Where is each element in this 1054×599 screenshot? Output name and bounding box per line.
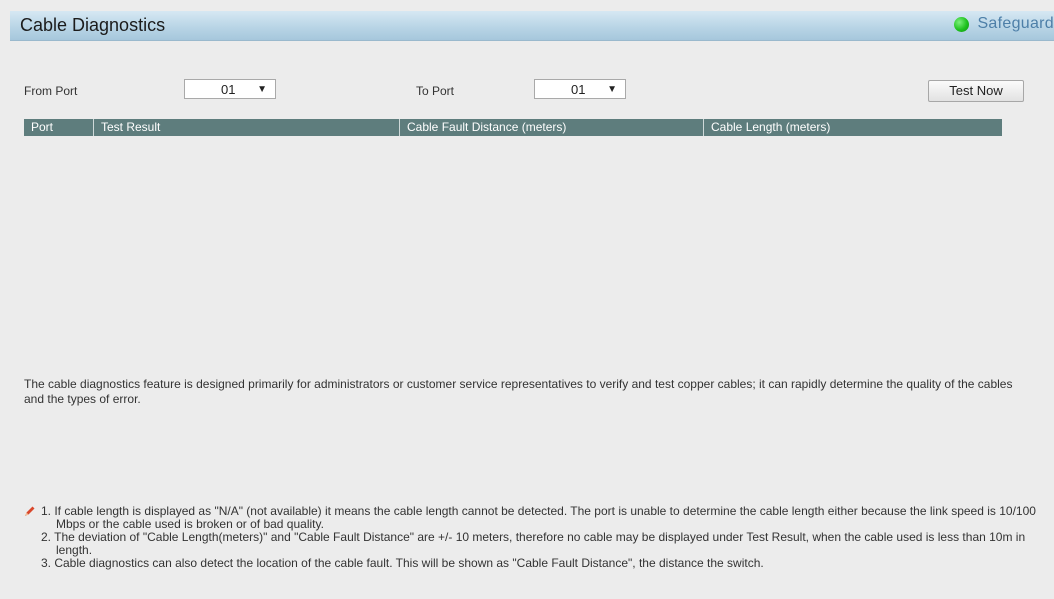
page-title: Cable Diagnostics <box>20 15 166 35</box>
safeguard-label: Safeguard <box>977 15 1054 32</box>
column-header-port: Port <box>24 119 94 136</box>
from-port-value: 01 <box>221 82 236 97</box>
column-header-cable-length: Cable Length (meters) <box>711 120 831 134</box>
to-port-select[interactable]: 01 ▼ <box>534 79 626 99</box>
from-port-select[interactable]: 01 ▼ <box>184 79 276 99</box>
title-bar: Cable Diagnostics Safeguard <box>10 11 1054 41</box>
to-port-value: 01 <box>571 82 586 97</box>
column-header-cable-fault-distance: Cable Fault Distance (meters) <box>400 119 704 136</box>
safeguard-indicator[interactable]: Safeguard <box>954 15 1054 33</box>
from-port-label: From Port <box>24 84 78 98</box>
status-indicator-icon <box>954 16 970 32</box>
to-port-label: To Port <box>416 84 455 98</box>
cable-diagnostics-page: Cable Diagnostics Safeguard From Port 01… <box>0 0 1054 599</box>
note-item: 3. Cable diagnostics can also detect the… <box>41 556 764 570</box>
test-now-button[interactable]: Test Now <box>928 80 1024 102</box>
note-item: 1. If cable length is displayed as "N/A"… <box>41 504 1036 531</box>
description-text: The cable diagnostics feature is designe… <box>24 377 1013 406</box>
chevron-down-icon: ▼ <box>257 84 267 95</box>
notes-list: 1. If cable length is displayed as "N/A"… <box>24 505 1044 570</box>
column-header-test-result: Test Result <box>94 119 400 136</box>
chevron-down-icon: ▼ <box>607 84 617 95</box>
results-table-header: Port Test Result Cable Fault Distance (m… <box>24 119 1002 136</box>
note-item: 2. The deviation of "Cable Length(meters… <box>41 530 1026 557</box>
